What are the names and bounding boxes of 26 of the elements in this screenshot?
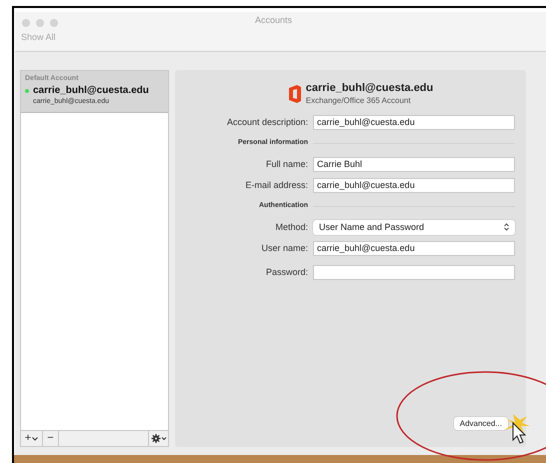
office-logo-icon [288,84,302,103]
up-down-arrows-icon [504,223,509,232]
caret-icon [32,436,38,440]
close-icon[interactable] [22,19,30,27]
field-label: E-mail address: [245,178,308,192]
advanced-button[interactable]: Advanced... [454,417,508,430]
input-field[interactable]: Carrie Buhl [313,156,515,172]
field-label: Method: [275,220,308,234]
field-label: Password: [266,266,308,279]
field-label: Full name: [266,158,308,170]
add-button[interactable]: + [21,431,43,446]
input-field[interactable]: carrie_buhl@cuesta.edu [313,240,515,256]
field-label: Account description: [226,116,308,129]
minimize-icon[interactable] [36,19,44,27]
window-title: Accounts [255,14,292,27]
field-label: User name: [261,242,308,254]
remove-button[interactable]: − [43,431,59,446]
method-dropdown[interactable]: User Name and Password [313,220,515,235]
account-name: carrie_buhl@cuesta.edu [33,84,149,97]
password-field[interactable] [313,265,515,280]
input-field[interactable]: carrie_buhl@cuesta.edu [313,114,515,130]
zoom-icon[interactable] [50,19,58,27]
input-field[interactable]: carrie_buhl@cuesta.edu [313,178,515,193]
gear-icon[interactable] [148,431,168,446]
account-name: carrie_buhl@cuesta.edu [306,82,434,96]
account-type: Exchange/Office 365 Account [306,96,412,106]
